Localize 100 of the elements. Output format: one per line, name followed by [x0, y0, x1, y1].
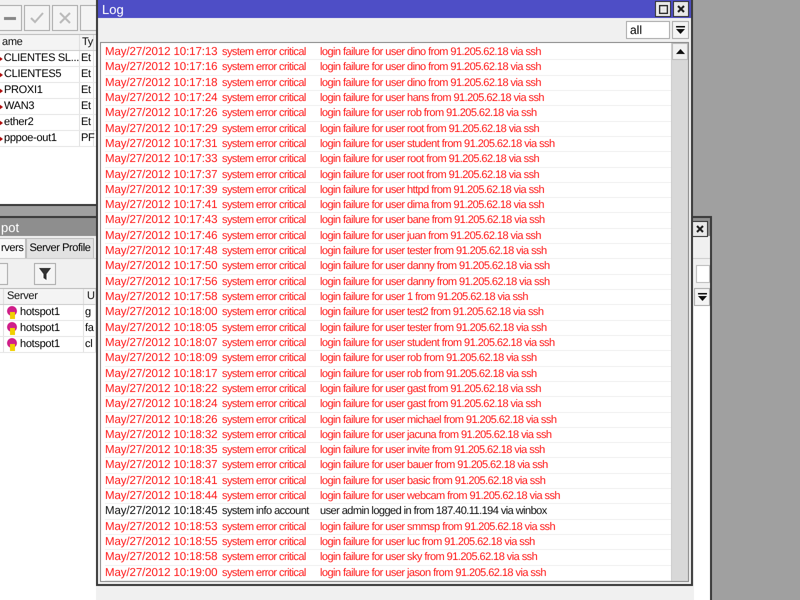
filter-button[interactable] — [34, 262, 56, 284]
log-topics: system error critical — [222, 412, 307, 427]
log-topics: system info account — [222, 504, 310, 519]
log-topics: system error critical — [222, 351, 307, 366]
table-cell: Et — [81, 99, 91, 114]
log-message: login failure for user juan from 91.205.62.18 via ssh — [320, 228, 542, 244]
maximize-button[interactable] — [655, 1, 671, 17]
table-cell: hotspot1 — [20, 321, 60, 336]
log-time: May/27/2012 10:17:31 — [105, 136, 218, 152]
filter-icon — [38, 266, 52, 280]
log-time: May/27/2012 10:18:44 — [105, 489, 218, 504]
table-cell: CLIENTES SL... — [4, 51, 79, 66]
log-time: May/27/2012 10:17:26 — [105, 106, 218, 121]
close-button[interactable] — [692, 221, 708, 237]
log-topics: system error critical — [222, 259, 307, 274]
table-cell: ether2 — [4, 115, 34, 130]
log-message: login failure for user dino from 91.205.62.18 via ssh — [320, 45, 542, 60]
log-message: login failure for user student from 91.205.62.18 via ssh — [320, 336, 556, 350]
check-icon — [30, 12, 44, 24]
log-topics: system error critical — [222, 136, 307, 152]
log-time: May/27/2012 10:17:18 — [105, 76, 218, 90]
log-message: login failure for user luc from 91.205.62.18 via ssh — [320, 535, 536, 550]
log-topics: system error critical — [222, 60, 307, 75]
log-topics: system error critical — [222, 520, 307, 534]
status-icon — [0, 104, 3, 110]
log-message: login failure for user jason from 91.205.62.18 via ssh — [320, 566, 547, 580]
log-time: May/27/2012 10:17:13 — [105, 45, 218, 60]
log-time: May/27/2012 10:18:17 — [105, 366, 218, 381]
log-message: login failure for user root from 91.205.62.18 via ssh — [320, 168, 540, 182]
log-topics: system error critical — [222, 228, 307, 244]
log-message: login failure for user sky from 91.205.62.18 via ssh — [320, 550, 538, 565]
log-topics: system error critical — [222, 382, 307, 396]
log-topics: system error critical — [222, 443, 307, 458]
table-cell: pppoe-out1 — [4, 131, 57, 146]
log-time: May/27/2012 10:17:56 — [105, 274, 218, 289]
table-cell: PF — [81, 131, 94, 146]
close-icon — [696, 225, 704, 233]
log-time: May/27/2012 10:17:37 — [105, 168, 218, 182]
column-header[interactable]: Ty — [80, 35, 94, 50]
log-message: login failure for user smmsp from 91.205.62.18 via ssh — [320, 520, 556, 534]
log-message: login failure for user invite from 91.205.62.18 via ssh — [320, 443, 546, 458]
table-cell: Et — [81, 83, 91, 98]
log-message: login failure for user danny from 91.205.62.18 via ssh — [320, 259, 551, 274]
log-topics: system error critical — [222, 550, 307, 565]
log-message: login failure for user danny from 91.205.62.18 via ssh — [320, 274, 551, 289]
log-message: login failure for user tester from 91.205.62.18 via ssh — [320, 320, 548, 335]
log-time: May/27/2012 10:18:24 — [105, 397, 218, 412]
find-field[interactable] — [696, 264, 710, 282]
log-time: May/27/2012 10:17:43 — [105, 213, 218, 228]
column-header[interactable]: Server — [4, 289, 84, 304]
log-message: login failure for user webcam from 91.205.62.18 via ssh — [320, 489, 562, 504]
log-topics: system error critical — [222, 152, 307, 166]
log-message: login failure for user rob from 91.205.62.18 via ssh — [320, 366, 538, 381]
log-time: May/27/2012 10:18:32 — [105, 428, 218, 442]
log-topics: system error critical — [222, 320, 307, 335]
log-message: login failure for user bauer from 91.205.62.18 via ssh — [320, 458, 549, 473]
table-cell: hotspot1 — [20, 337, 60, 352]
log-topics: system error critical — [222, 305, 307, 320]
log-topics: system error critical — [222, 182, 307, 198]
log-time: May/27/2012 10:18:00 — [105, 305, 218, 320]
remove-button[interactable] — [0, 5, 22, 31]
scroll-up-button[interactable] — [672, 43, 688, 60]
user-icon — [5, 306, 19, 320]
log-time: May/27/2012 10:18:37 — [105, 458, 218, 473]
log-message: login failure for user rob from 91.205.62.18 via ssh — [320, 351, 538, 366]
user-icon — [5, 322, 19, 336]
tab[interactable]: rvers — [0, 238, 26, 258]
log-message: user admin logged in from 187.40.11.194 via winbox — [320, 504, 548, 519]
log-topics: system error critical — [222, 397, 307, 412]
log-time: May/27/2012 10:17:41 — [105, 198, 218, 212]
column-header[interactable]: ame — [0, 35, 80, 50]
log-time: May/27/2012 10:18:41 — [105, 474, 218, 488]
log-topics: system error critical — [222, 366, 307, 381]
filter-dropdown[interactable]: all — [626, 21, 670, 39]
scrollbar[interactable] — [671, 43, 688, 581]
log-time: May/27/2012 10:18:53 — [105, 520, 218, 534]
log-time: May/27/2012 10:18:58 — [105, 550, 218, 565]
status-icon — [0, 88, 3, 94]
log-message: login failure for user gast from 91.205.62.18 via ssh — [320, 382, 542, 396]
log-message: login failure for user bane from 91.205.62.18 via ssh — [320, 213, 546, 228]
log-time: May/27/2012 10:17:24 — [105, 90, 218, 106]
log-message: login failure for user student from 91.205.62.18 via ssh — [320, 136, 556, 152]
window-title: Log — [102, 2, 124, 16]
log-message: login failure for user hans from 91.205.62.18 via ssh — [320, 90, 545, 106]
log-time: May/27/2012 10:17:29 — [105, 122, 218, 136]
log-message: login failure for user dima from 91.205.62.18 via ssh — [320, 198, 545, 212]
table-cell: Et — [81, 115, 91, 130]
log-topics: system error critical — [222, 535, 307, 550]
log-topics: system error critical — [222, 90, 307, 106]
dropdown-button[interactable] — [672, 21, 689, 39]
dropdown-button[interactable] — [694, 288, 710, 306]
log-topics: system error critical — [222, 566, 307, 580]
log-message: login failure for user 1 from 91.205.62.18 via ssh — [320, 290, 529, 304]
up-arrow-icon — [676, 48, 684, 56]
table-cell: WAN3 — [4, 99, 34, 114]
tab[interactable]: Server Profile — [26, 238, 94, 258]
log-message: login failure for user rob from 91.205.62.18 via ssh — [320, 106, 538, 121]
log-time: May/27/2012 10:18:55 — [105, 535, 218, 550]
log-message: login failure for user basic from 91.205.62.18 via ssh — [320, 474, 546, 488]
close-button[interactable] — [673, 1, 689, 17]
